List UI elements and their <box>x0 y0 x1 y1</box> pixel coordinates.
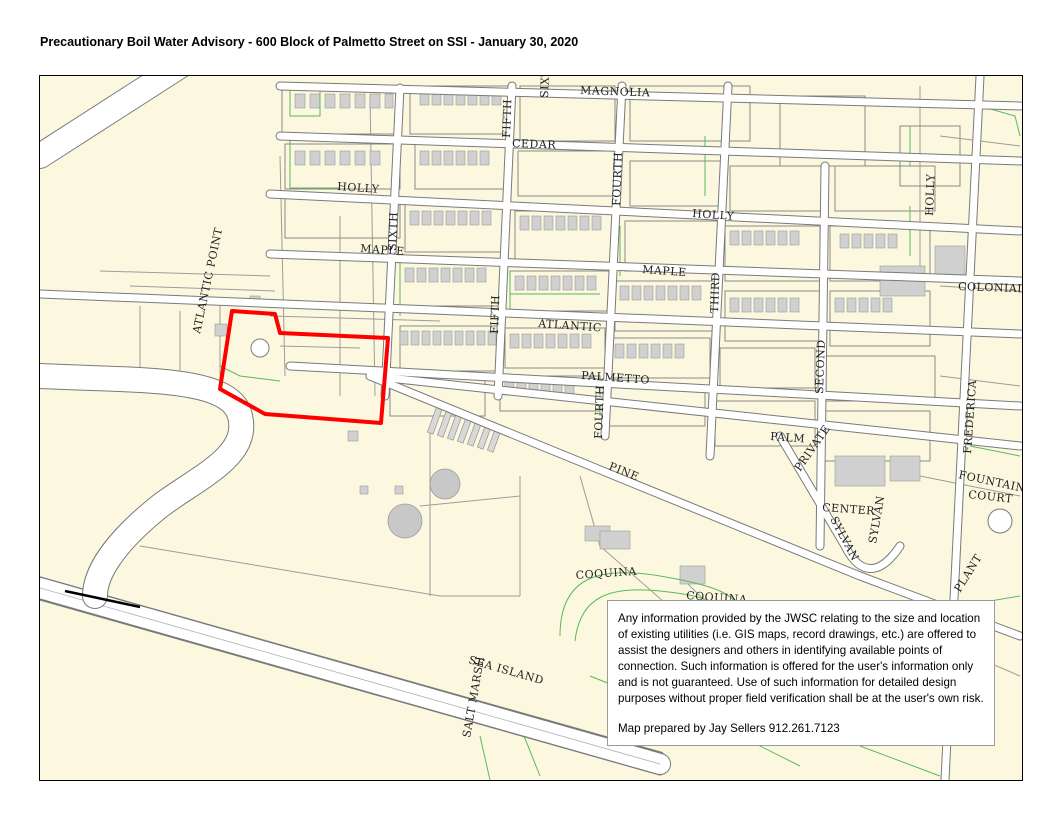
street-label-magnolia: MAGNOLIA <box>580 84 651 99</box>
street-label-fifth: FIFTH <box>488 295 502 334</box>
disclaimer-box: Any information provided by the JWSC rel… <box>607 600 995 746</box>
street-label-sixth-top: SIXTH <box>538 76 552 98</box>
street-label-second: SECOND <box>813 339 828 394</box>
disclaimer-text: Any information provided by the JWSC rel… <box>618 612 984 705</box>
street-label-colonial: COLONIAL <box>958 280 1022 295</box>
street-label-holly-vertical: HOLLY <box>923 173 937 216</box>
street-label-fifth-north: FIFTH <box>500 99 514 138</box>
street-label-palm: PALM <box>770 430 806 445</box>
street-label-fourth: FOURTH <box>592 385 607 439</box>
street-label-cedar: CEDAR <box>512 137 557 152</box>
prepared-by-text: Map prepared by Jay Sellers 912.261.7123 <box>618 722 840 736</box>
street-label-third: THIRD <box>708 272 722 313</box>
map-title: Precautionary Boil Water Advisory - 600 … <box>40 35 579 49</box>
street-label-fourth-north: FOURTH <box>610 152 625 206</box>
map-frame[interactable]: MAGNOLIA FIFTH SIXTH CEDAR FOURTH HOLLY … <box>39 75 1023 781</box>
